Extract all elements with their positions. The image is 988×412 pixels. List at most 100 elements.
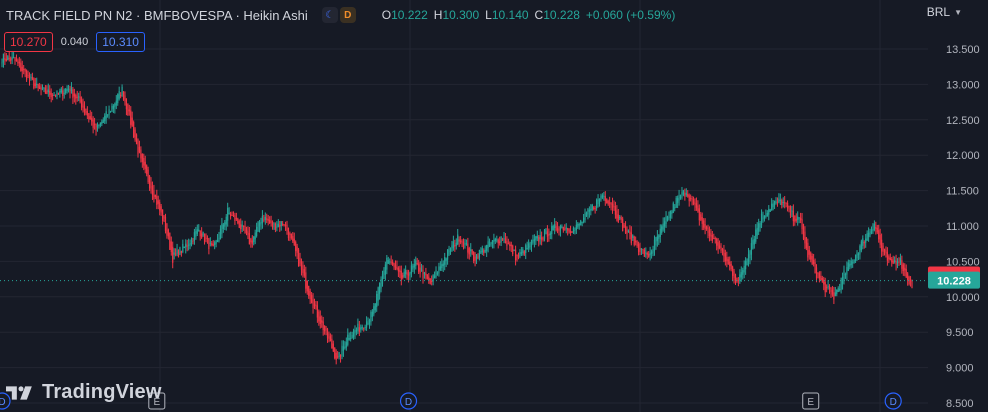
candle (50, 88, 52, 103)
candle (321, 315, 323, 328)
candle (229, 211, 232, 220)
candle (782, 197, 784, 208)
candle (289, 231, 291, 242)
candle (671, 209, 673, 219)
candle (771, 198, 773, 211)
candle (598, 198, 601, 207)
candle (455, 238, 457, 250)
candle (859, 244, 861, 260)
candle (300, 258, 303, 276)
candle (493, 233, 495, 249)
candle (33, 77, 35, 90)
candle (804, 226, 806, 250)
candle (292, 232, 294, 243)
candle (662, 217, 664, 232)
data-delay-badge[interactable]: D (339, 7, 356, 23)
candle (594, 205, 596, 214)
candle (364, 324, 366, 331)
candle (30, 73, 32, 81)
candle (34, 77, 36, 89)
candle (694, 198, 696, 211)
candle (339, 354, 342, 363)
candle (258, 219, 261, 233)
chevron-down-icon: ▼ (954, 7, 962, 17)
candle (648, 250, 650, 258)
candle (57, 92, 60, 95)
candle (216, 233, 219, 243)
candle (516, 254, 518, 262)
candle (551, 222, 553, 240)
currency-selector[interactable]: BRL ▼ (927, 5, 962, 19)
candle (905, 264, 907, 279)
candle (460, 235, 462, 245)
candle (528, 239, 530, 253)
buy-button[interactable]: 10.310 (96, 32, 145, 52)
candle (801, 212, 803, 235)
candle (351, 331, 353, 339)
candle (180, 250, 182, 257)
candle (724, 249, 726, 266)
candle (293, 232, 295, 247)
candle (779, 193, 781, 206)
candle (425, 267, 427, 280)
candle (347, 328, 349, 347)
candle (652, 245, 654, 257)
candle (624, 221, 627, 234)
candle (403, 268, 405, 278)
candle (21, 60, 23, 78)
candle (37, 83, 39, 92)
candle (907, 272, 909, 286)
candle (10, 56, 12, 65)
candle (209, 237, 211, 247)
earnings-marker[interactable]: E (802, 392, 820, 410)
candle (121, 84, 123, 97)
open-value: 10.222 (391, 8, 428, 22)
symbol-title[interactable]: TRACK FIELD PN N2 · BMFBOVESPA · Heikin … (6, 8, 308, 23)
candle (737, 277, 739, 287)
candle (562, 226, 564, 233)
y-tick-label: 9.000 (946, 363, 974, 375)
candle (623, 222, 625, 229)
candle (578, 222, 580, 230)
candle (422, 265, 424, 284)
candle (419, 261, 421, 278)
candle (390, 255, 392, 265)
candle (426, 274, 428, 280)
candle (486, 244, 488, 257)
candle (196, 224, 198, 237)
candle (80, 96, 83, 111)
candle (70, 82, 73, 94)
candle (67, 84, 70, 93)
candle (850, 257, 852, 269)
dividend-marker[interactable]: D (399, 392, 418, 410)
candle (768, 205, 770, 221)
price-chart[interactable]: 13.50013.00012.50012.00011.50011.00010.5… (0, 0, 988, 412)
candle (361, 324, 363, 331)
candle (755, 224, 757, 244)
candle (276, 221, 278, 232)
candle (326, 327, 329, 343)
candle (410, 261, 413, 278)
candle (92, 116, 94, 134)
dividend-marker[interactable]: D (884, 392, 902, 410)
candle (332, 340, 334, 353)
candle (538, 235, 540, 247)
sell-button[interactable]: 10.270 (4, 32, 53, 52)
candle (188, 238, 190, 251)
candle (828, 284, 831, 294)
candle (519, 249, 521, 259)
candle (541, 231, 543, 246)
candle (418, 259, 420, 275)
candle (205, 233, 207, 243)
tradingview-logo[interactable]: TradingView (6, 381, 162, 404)
candle (760, 209, 763, 229)
candle (266, 213, 268, 223)
candle (247, 226, 249, 240)
candle (231, 211, 233, 216)
chart-area[interactable]: 13.500 13.000 12.500 12.000 11.500 11.000 10.5… (0, 0, 988, 412)
candle (745, 257, 747, 275)
candle (232, 211, 235, 218)
candle (606, 198, 608, 204)
moon-icon[interactable]: ☾ (321, 7, 338, 23)
candle (558, 226, 560, 236)
